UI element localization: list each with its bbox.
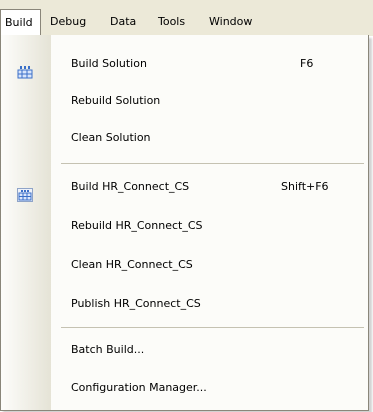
menu-item-label: Clean HR_Connect_CS: [71, 258, 193, 271]
build-project-icon: [17, 180, 33, 202]
menu-bar: Build Debug Data Tools Window: [0, 0, 373, 37]
menu-window[interactable]: Window: [205, 9, 267, 36]
menu-item-label: Publish HR_Connect_CS: [71, 297, 201, 310]
menu-item-label: Clean Solution: [71, 131, 151, 144]
publish-project-item[interactable]: Publish HR_Connect_CS: [1, 285, 368, 323]
menu-separator: [61, 163, 364, 164]
menu-item-label: Build Solution: [71, 57, 147, 70]
rebuild-project-item[interactable]: Rebuild HR_Connect_CS: [1, 207, 368, 245]
menu-item-label: Build HR_Connect_CS: [71, 180, 190, 193]
configuration-manager-item[interactable]: Configuration Manager...: [1, 369, 368, 407]
menu-item-label: Configuration Manager...: [71, 381, 207, 394]
menu-item-label: Batch Build...: [71, 343, 145, 356]
menu-item-shortcut: F6: [300, 57, 314, 70]
clean-solution-item[interactable]: Clean Solution: [1, 119, 368, 157]
menu-separator: [61, 327, 364, 328]
rebuild-solution-item[interactable]: Rebuild Solution: [1, 82, 368, 120]
menu-build[interactable]: Build: [0, 9, 41, 36]
build-menu-dropdown: Build Solution F6 Rebuild Solution Clean…: [0, 35, 369, 411]
menu-item-label: Rebuild Solution: [71, 94, 161, 107]
menu-data[interactable]: Data: [106, 9, 152, 36]
clean-project-item[interactable]: Clean HR_Connect_CS: [1, 246, 368, 284]
menu-debug[interactable]: Debug: [46, 9, 104, 36]
build-solution-item[interactable]: Build Solution F6: [1, 45, 368, 83]
batch-build-item[interactable]: Batch Build...: [1, 331, 368, 369]
menu-tools[interactable]: Tools: [154, 9, 206, 36]
build-project-item[interactable]: Build HR_Connect_CS Shift+F6: [1, 168, 368, 206]
menu-item-shortcut: Shift+F6: [281, 180, 329, 193]
build-solution-icon: [17, 57, 33, 79]
menu-item-label: Rebuild HR_Connect_CS: [71, 219, 203, 232]
